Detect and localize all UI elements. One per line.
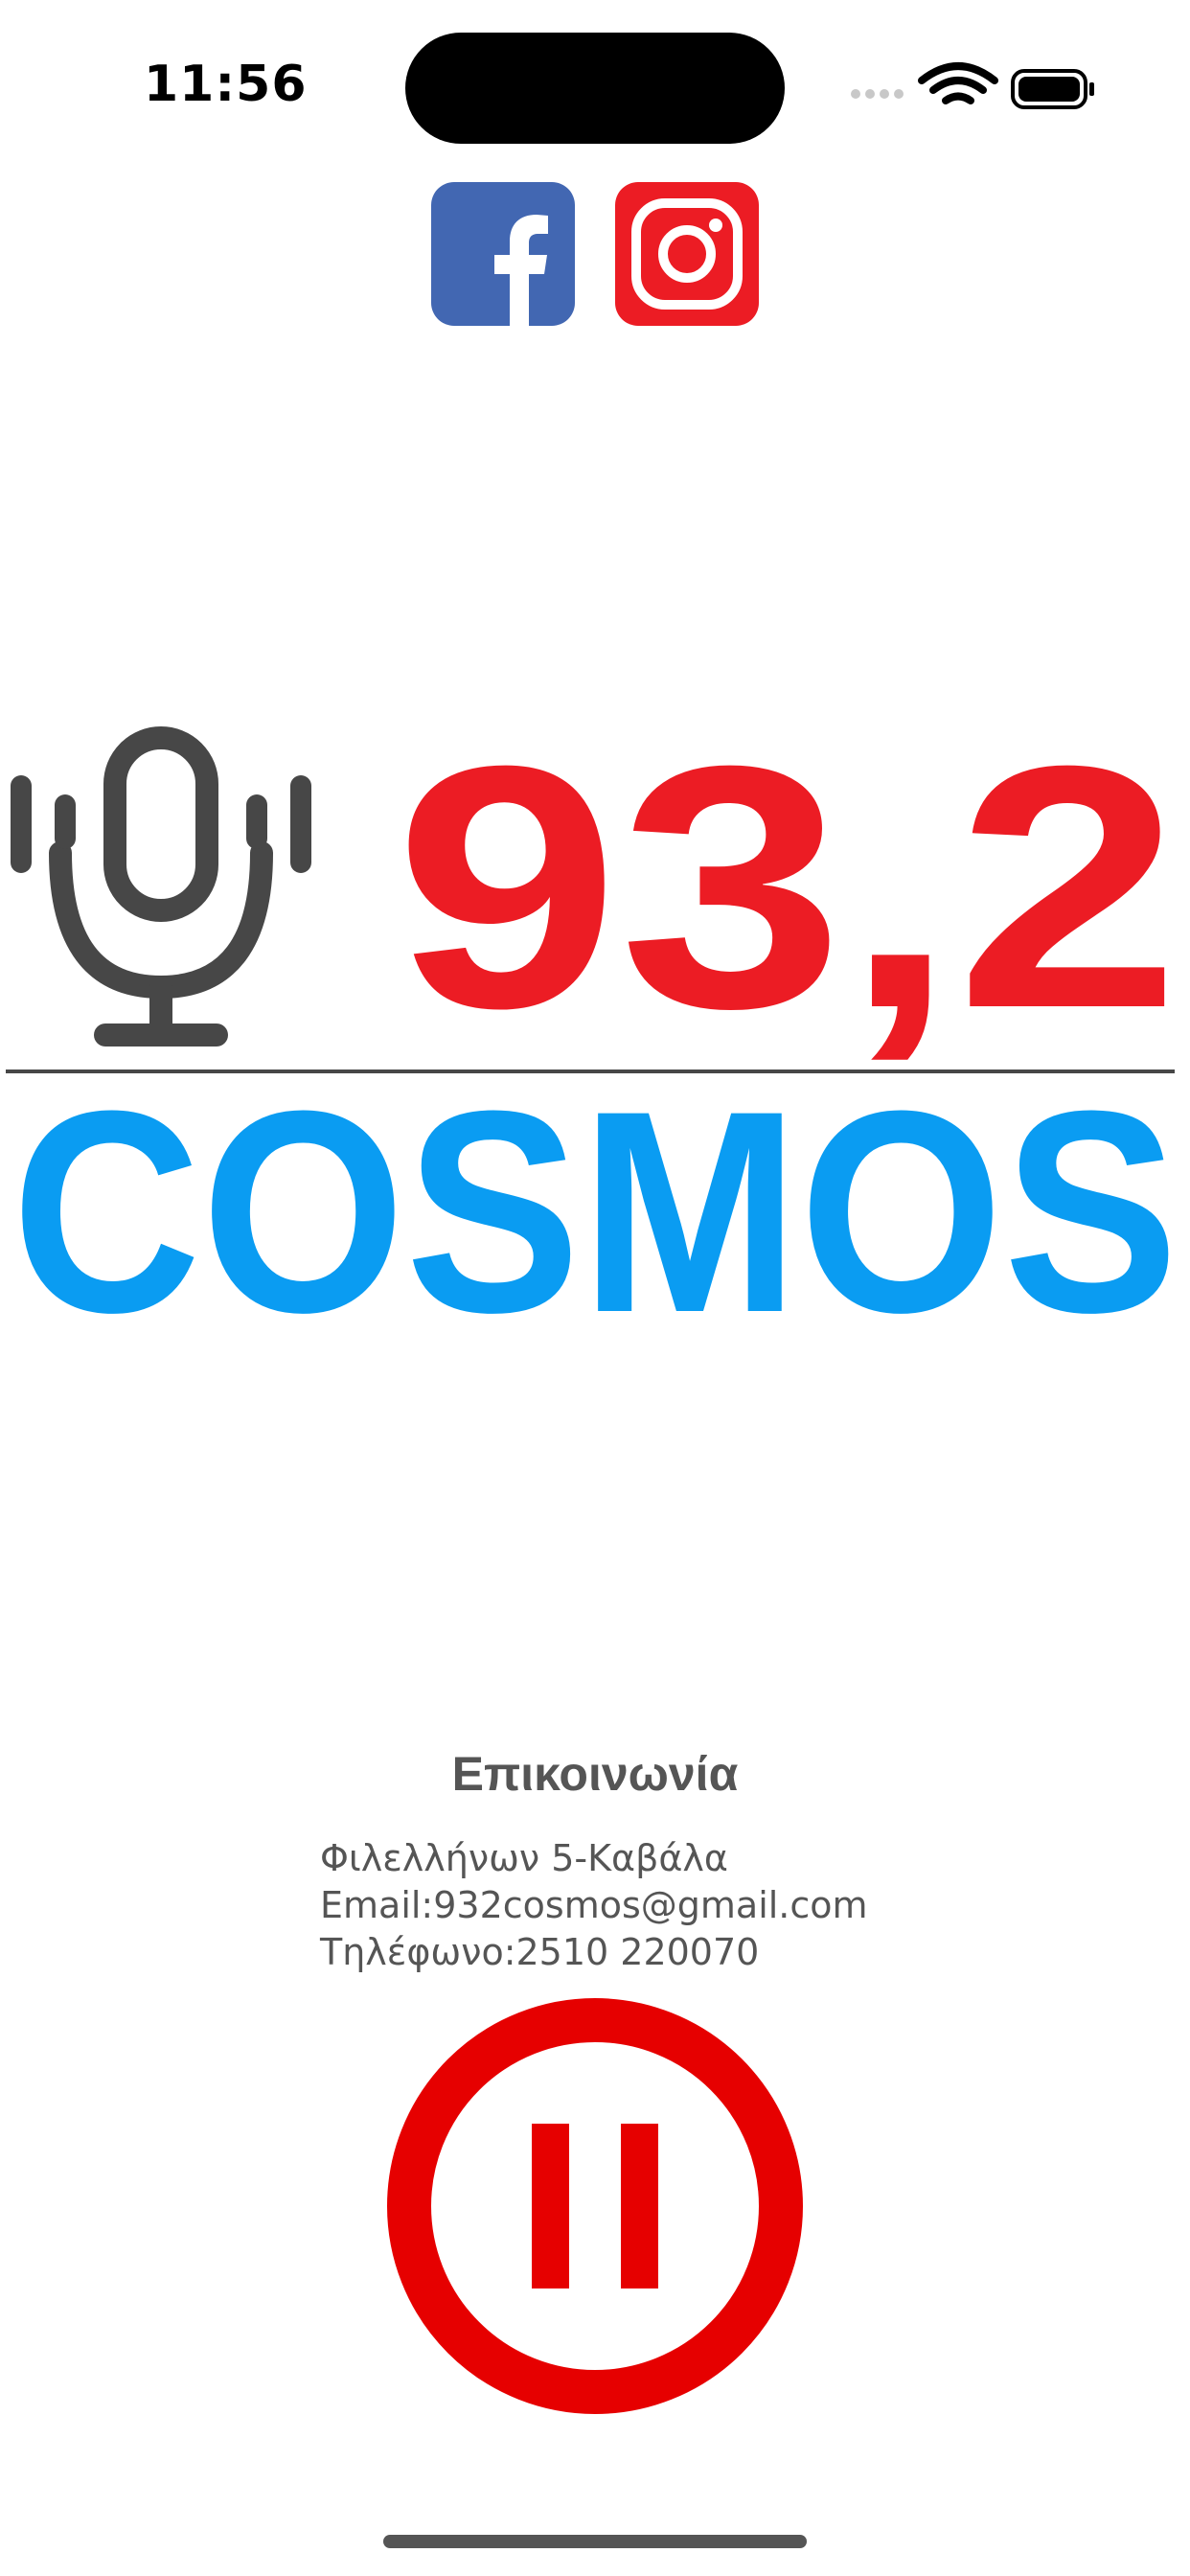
- facebook-icon: [494, 215, 548, 326]
- status-icons: [851, 62, 1094, 109]
- contact-email: Email:932cosmos@gmail.com: [320, 1884, 868, 1926]
- frequency-text: 93,2: [395, 709, 1180, 1080]
- station-logo: 93,2 COSMOS: [6, 709, 1180, 1342]
- status-bar: 11:56: [0, 0, 1190, 172]
- facebook-button[interactable]: [431, 182, 575, 326]
- pause-icon: [387, 1998, 803, 2414]
- pause-button[interactable]: [385, 1996, 805, 2416]
- instagram-button[interactable]: [615, 182, 759, 326]
- signal-dots-icon: [851, 89, 904, 99]
- dynamic-island: [405, 33, 785, 144]
- contact-title: Επικοινωνία: [451, 1747, 739, 1801]
- wifi-icon: [918, 62, 998, 104]
- station-name-text: COSMOS: [11, 1050, 1179, 1342]
- status-time: 11:56: [144, 56, 308, 113]
- microphone-icon: [11, 726, 311, 1046]
- instagram-icon: [631, 198, 743, 310]
- home-indicator[interactable]: [383, 2535, 807, 2548]
- contact-details: Φιλελλήνων 5-Καβάλα Email:932cosmos@gmai…: [320, 1835, 868, 1976]
- battery-icon: [1011, 69, 1094, 109]
- contact-address: Φιλελλήνων 5-Καβάλα: [320, 1837, 728, 1879]
- contact-phone: Τηλέφωνο:2510 220070: [320, 1931, 760, 1973]
- social-links: [431, 182, 762, 326]
